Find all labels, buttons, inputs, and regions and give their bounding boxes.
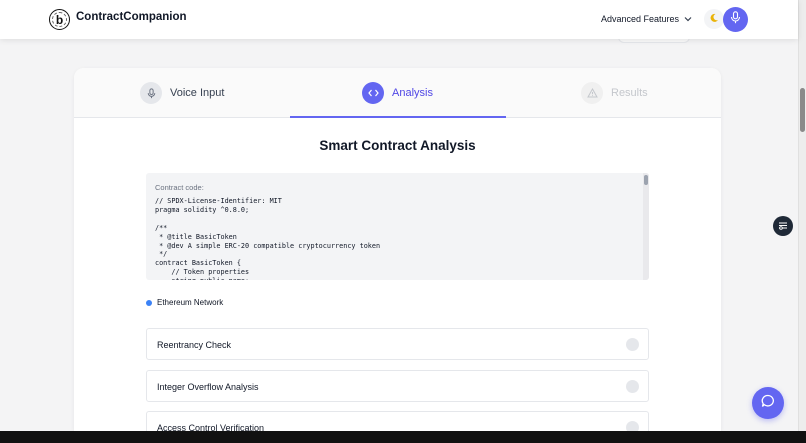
check-status-indicator	[626, 338, 639, 351]
logo-letter: b	[55, 12, 64, 27]
moon-icon	[709, 13, 719, 26]
tab-results[interactable]: Results	[581, 80, 648, 106]
microphone-icon	[140, 82, 162, 104]
tab-results-label: Results	[611, 87, 648, 99]
code-scrollbar[interactable]	[643, 173, 649, 280]
app-logo[interactable]: b	[49, 9, 70, 30]
active-tab-indicator	[290, 116, 506, 118]
page-title: Smart Contract Analysis	[319, 138, 476, 153]
contract-code-panel[interactable]: Contract code: // SPDX-License-Identifie…	[146, 173, 649, 280]
check-access-control[interactable]: Access Control Verification	[146, 411, 649, 431]
check-status-indicator	[626, 380, 639, 393]
chat-button[interactable]	[752, 387, 784, 419]
check-label: Integer Overflow Analysis	[157, 382, 259, 392]
check-label: Reentrancy Check	[157, 340, 232, 350]
theme-toggle-button[interactable]	[704, 9, 724, 29]
check-integer-overflow[interactable]: Integer Overflow Analysis	[146, 370, 649, 402]
app-title[interactable]: ContractCompanion	[76, 11, 187, 23]
contract-code[interactable]: // SPDX-License-Identifier: MIT pragma s…	[155, 197, 635, 280]
tab-voice-input[interactable]: Voice Input	[140, 80, 224, 106]
network-label: Ethereum Network	[157, 298, 224, 307]
tab-analysis[interactable]: Analysis	[362, 80, 433, 106]
chevron-down-icon	[684, 15, 692, 24]
code-scrollbar-thumb[interactable]	[644, 175, 648, 185]
tab-analysis-label: Analysis	[392, 87, 433, 99]
analysis-card: Voice Input Analysis Results Smart Contr…	[74, 68, 721, 431]
tab-voice-input-label: Voice Input	[170, 87, 225, 99]
check-status-indicator	[626, 421, 639, 431]
warning-icon	[581, 82, 603, 104]
top-bar: b ContractCompanion Advanced Features	[0, 0, 798, 39]
code-icon	[362, 82, 384, 104]
code-caption: Contract code:	[155, 183, 204, 192]
network-status-dot	[146, 299, 152, 306]
voice-record-button[interactable]	[723, 7, 748, 32]
bottom-strip	[0, 431, 806, 443]
microphone-icon	[730, 10, 741, 29]
chat-bubble-icon	[761, 394, 775, 413]
check-label: Access Control Verification	[157, 423, 265, 431]
step-tabs: Voice Input Analysis Results	[74, 68, 721, 118]
page-scrollbar[interactable]	[798, 0, 806, 431]
check-reentrancy[interactable]: Reentrancy Check	[146, 328, 649, 360]
sliders-icon	[778, 217, 788, 235]
page-scrollbar-thumb[interactable]	[800, 88, 805, 132]
network-indicator: Ethereum Network	[146, 298, 223, 307]
advanced-features-label: Advanced Features	[601, 14, 680, 24]
settings-float-button[interactable]	[773, 216, 793, 236]
advanced-features-dropdown[interactable]: Advanced Features	[601, 14, 692, 24]
